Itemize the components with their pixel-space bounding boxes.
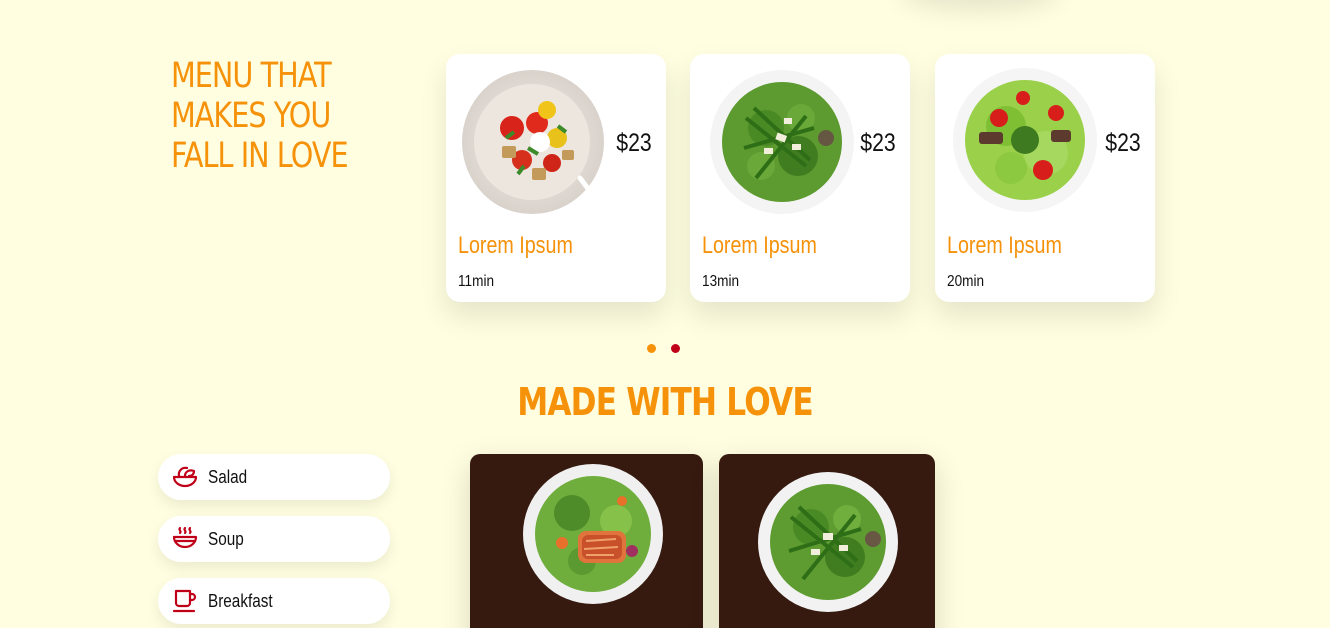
menu-card-name: Lorem Ipsum: [702, 232, 817, 259]
menu-card-time: 20min: [947, 273, 985, 290]
menu-card-price: $23: [1105, 129, 1141, 157]
carousel-dot[interactable]: [647, 344, 656, 353]
salad-bowl-icon: [172, 464, 198, 490]
dish-card[interactable]: [470, 454, 703, 628]
menu-title: MENU THAT MAKES YOU FALL IN LOVE: [171, 56, 349, 176]
tomato-salad-plate-image: [462, 70, 610, 216]
made-with-love-title: MADE WITH LOVE: [517, 380, 813, 424]
salmon-salad-plate-image: [523, 464, 663, 604]
garden-salad-plate-image: [953, 68, 1097, 212]
menu-card-name: Lorem Ipsum: [947, 232, 1062, 259]
menu-card[interactable]: $23 Lorem Ipsum 11min: [446, 54, 666, 302]
category-label: Breakfast: [208, 590, 273, 611]
menu-card[interactable]: $23 Lorem Ipsum 13min: [690, 54, 910, 302]
asparagus-salad-plate-image: [758, 472, 898, 612]
menu-card-time: 13min: [702, 273, 740, 290]
menu-card[interactable]: $23 Lorem Ipsum 20min: [935, 54, 1155, 302]
soup-bowl-icon: [172, 526, 198, 552]
category-soup[interactable]: Soup: [158, 516, 390, 562]
coffee-cup-icon: [172, 588, 198, 614]
category-breakfast[interactable]: Breakfast: [158, 578, 390, 624]
category-salad[interactable]: Salad: [158, 454, 390, 500]
menu-card-price: $23: [860, 129, 896, 157]
asparagus-salad-plate-image: [710, 70, 854, 214]
carousel-dot-active[interactable]: [671, 344, 680, 353]
menu-card-time: 11min: [458, 273, 495, 290]
dish-card[interactable]: [719, 454, 935, 628]
menu-card-name: Lorem Ipsum: [458, 232, 573, 259]
category-label: Soup: [208, 528, 244, 549]
category-label: Salad: [208, 466, 248, 487]
menu-card-price: $23: [616, 129, 652, 157]
